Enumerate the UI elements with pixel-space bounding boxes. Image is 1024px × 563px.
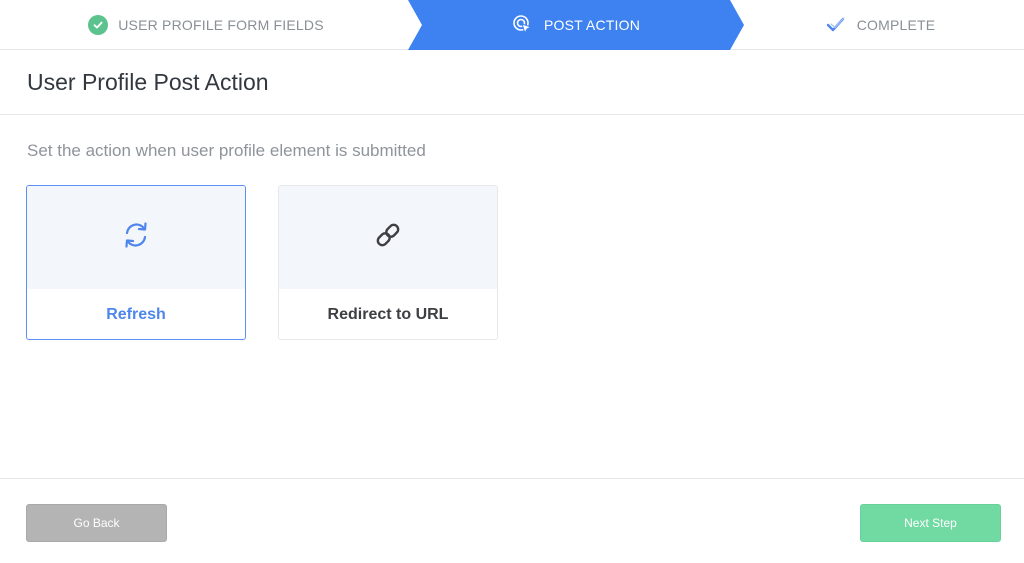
- page-subtitle: Set the action when user profile element…: [27, 141, 426, 160]
- go-back-button[interactable]: Go Back: [26, 504, 167, 542]
- checkmark-icon: [825, 14, 847, 36]
- next-step-button[interactable]: Next Step: [860, 504, 1001, 542]
- option-card-redirect-to-url[interactable]: Redirect to URL: [278, 185, 498, 340]
- pointer-click-icon: [512, 14, 534, 36]
- wizard-stepper: USER PROFILE FORM FIELDS POST ACTION COM…: [0, 0, 1024, 50]
- option-card-icon-area: [27, 186, 245, 289]
- check-circle-icon: [88, 15, 109, 35]
- wizard-footer: Go Back Next Step: [0, 478, 1024, 563]
- step-label: USER PROFILE FORM FIELDS: [118, 17, 324, 33]
- option-card-refresh[interactable]: Refresh: [26, 185, 246, 340]
- step-complete[interactable]: COMPLETE: [736, 0, 1024, 50]
- step-label: COMPLETE: [856, 17, 936, 33]
- link-icon: [372, 219, 404, 256]
- step-label: POST ACTION: [543, 17, 641, 33]
- step-post-action[interactable]: POST ACTION: [408, 0, 744, 50]
- page-header: User Profile Post Action: [0, 50, 1024, 115]
- option-card-label: Redirect to URL: [327, 306, 449, 323]
- step-user-profile-form-fields[interactable]: USER PROFILE FORM FIELDS: [0, 0, 412, 50]
- refresh-icon: [120, 219, 152, 256]
- option-card-icon-area: [279, 186, 497, 289]
- option-card-label: Refresh: [106, 306, 166, 323]
- page-title: User Profile Post Action: [27, 69, 269, 95]
